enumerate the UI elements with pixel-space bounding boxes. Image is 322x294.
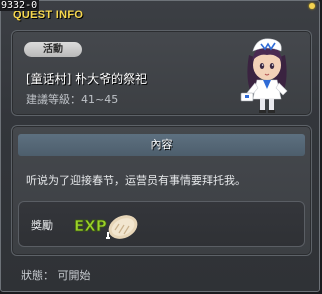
quest-content-panel: 內容 听说为了迎接春节，运营员有事情要拜托我。 獎勵 EXP <box>11 125 312 256</box>
quest-name: [童话村] 朴大爷的祭祀 <box>26 72 148 86</box>
reward-box: 獎勵 EXP <box>18 201 305 247</box>
category-badge: 活動 <box>24 42 82 57</box>
quest-status: 狀態： 可開始 <box>21 269 91 282</box>
npc-portrait <box>240 38 288 113</box>
quest-id: 9332-0 <box>0 0 40 11</box>
exp-icon: EXP <box>74 217 107 236</box>
quest-description: 听说为了迎接春节，运营员有事情要拜托我。 <box>26 174 246 187</box>
reward-label: 獎勵 <box>31 219 53 232</box>
quest-level-range: 建議等級：41~45 <box>26 93 119 106</box>
content-header: 內容 <box>18 134 305 156</box>
bread-icon <box>106 215 138 239</box>
svg-text:EXP: EXP <box>74 217 107 235</box>
close-icon[interactable] <box>309 3 315 9</box>
quest-summary-panel: 活動 [童话村] 朴大爷的祭祀 建議等級：41~45 <box>11 30 312 116</box>
quest-info-window: QUEST INFO 活動 [童话村] 朴大爷的祭祀 建議等級：41~45 內容… <box>0 0 320 292</box>
